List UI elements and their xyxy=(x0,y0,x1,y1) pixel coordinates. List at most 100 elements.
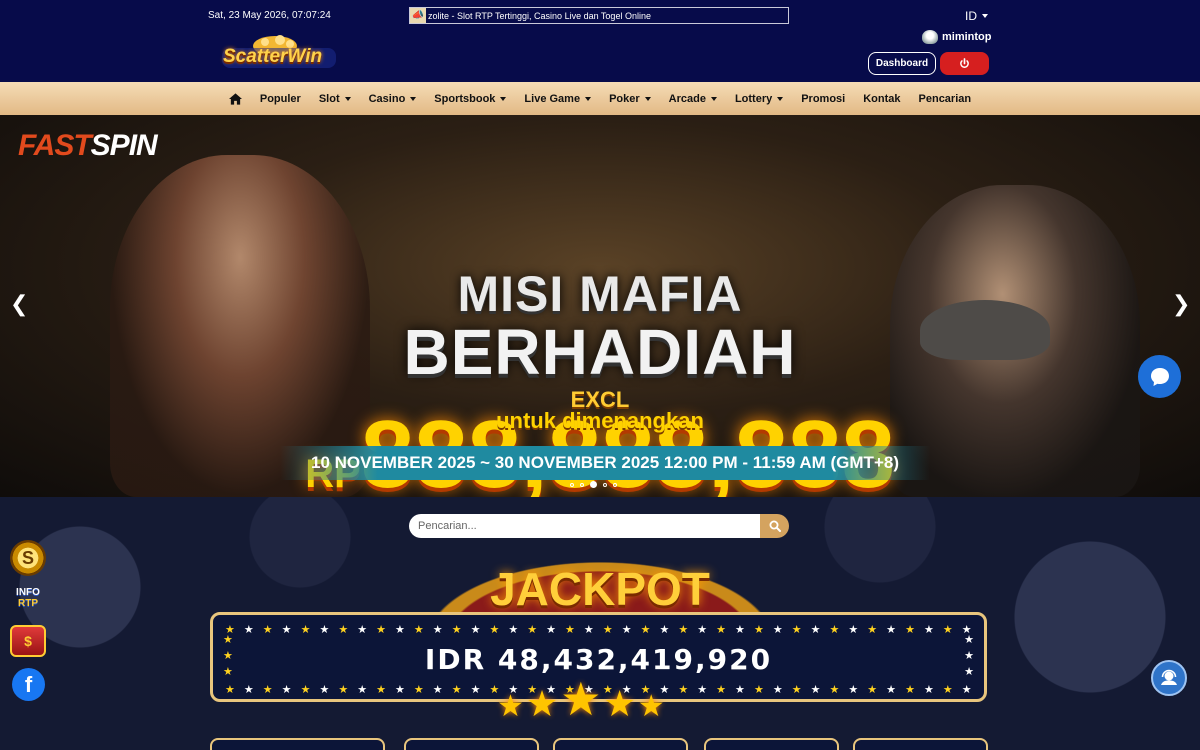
info-rtp-shortcut[interactable]: INFO RTP xyxy=(10,587,46,614)
customer-support-button[interactable] xyxy=(1151,660,1187,696)
category-card[interactable] xyxy=(404,738,539,750)
star-icon: ★ xyxy=(281,624,292,636)
carousel-dot[interactable] xyxy=(613,482,617,487)
star-icon: ★ xyxy=(867,684,878,696)
star-icon: ★ xyxy=(886,624,897,636)
nav-item-slot[interactable]: Slot xyxy=(310,93,360,105)
star-icon: ★ xyxy=(867,624,878,636)
star-icon: ★ xyxy=(697,624,708,636)
user-profile[interactable]: mimintop xyxy=(922,30,992,44)
search-icon xyxy=(769,520,781,532)
language-selector[interactable]: ID xyxy=(965,9,988,23)
facebook-icon[interactable]: f xyxy=(12,668,45,701)
category-card[interactable] xyxy=(853,738,988,750)
nav-item-promosi[interactable]: Promosi xyxy=(792,93,854,105)
jackpot-title: JACKPOT xyxy=(490,563,710,615)
category-card[interactable] xyxy=(210,738,385,750)
carousel-next-arrow[interactable]: ❯ xyxy=(1172,291,1190,317)
star-icon: ★ xyxy=(319,684,330,696)
category-card[interactable] xyxy=(553,738,688,750)
chevron-down-icon xyxy=(500,96,507,101)
promo-banner-carousel[interactable]: FASTSPIN MISI MAFIA BERHADIAH EXCL RP888… xyxy=(0,115,1200,497)
chevron-down-icon xyxy=(710,96,717,101)
star-icon: ★ xyxy=(560,673,602,725)
star-icon: ★ xyxy=(300,684,311,696)
star-icon: ★ xyxy=(678,684,689,696)
star-icon: ★ xyxy=(772,624,783,636)
live-chat-button[interactable] xyxy=(1138,355,1181,398)
chevron-down-icon xyxy=(777,96,784,101)
main-nav: Populer Slot Casino Sportsbook Live Game Poke… xyxy=(0,82,1200,115)
carousel-dot-active[interactable] xyxy=(590,481,597,488)
star-icon: ★ xyxy=(376,684,386,696)
star-icon: ★ xyxy=(451,684,462,696)
nav-item-label: Poker xyxy=(609,92,640,105)
home-icon xyxy=(228,92,242,105)
jackpot-stars-decoration: ★ ★ ★ ★ ★ xyxy=(497,676,665,722)
scatterwin-shortcut[interactable]: S xyxy=(10,540,46,576)
nav-item-label: Populer xyxy=(259,92,301,105)
nav-item-label: Sportsbook xyxy=(434,92,496,105)
app-shortcut-icon[interactable]: $ xyxy=(10,625,46,657)
nav-item-label: Kontak xyxy=(863,92,901,105)
star-icon: ★ xyxy=(413,684,424,696)
star-icon: ★ xyxy=(791,624,802,636)
star-icon: ★ xyxy=(942,684,953,696)
star-icon: ★ xyxy=(470,684,481,696)
banner-subtitle: untuk dimenangkan xyxy=(496,408,704,433)
search-button[interactable] xyxy=(760,514,789,538)
star-icon: ★ xyxy=(753,684,764,696)
nav-item-populer[interactable]: Populer xyxy=(251,93,310,105)
star-icon: ★ xyxy=(753,624,764,636)
nav-item-live-game[interactable]: Live Game xyxy=(515,93,600,105)
nav-item-casino[interactable]: Casino xyxy=(360,93,426,105)
logout-button[interactable] xyxy=(940,52,989,75)
star-icon: ★ xyxy=(829,624,840,636)
category-card[interactable] xyxy=(704,738,839,750)
star-icon: ★ xyxy=(886,684,897,696)
dashboard-button[interactable]: Dashboard xyxy=(868,52,936,75)
star-icon: ★ xyxy=(338,684,349,696)
star-icon: ★ xyxy=(243,684,254,696)
star-icon: ★ xyxy=(357,684,368,696)
nav-item-lottery[interactable]: Lottery xyxy=(726,93,792,105)
nav-item-sportsbook[interactable]: Sportsbook xyxy=(425,93,515,105)
chat-icon xyxy=(1150,367,1169,386)
carousel-dot[interactable] xyxy=(603,482,607,487)
star-icon: ★ xyxy=(338,624,349,636)
nav-home[interactable] xyxy=(220,92,251,105)
nav-item-kontak[interactable]: Kontak xyxy=(854,93,909,105)
carousel-dot[interactable] xyxy=(570,482,574,487)
star-icon: ★ xyxy=(659,624,670,636)
avatar xyxy=(922,30,938,44)
star-icon: ★ xyxy=(716,684,727,696)
chevron-down-icon xyxy=(585,96,592,101)
star-icon: ★ xyxy=(603,683,636,724)
star-icon: ★ xyxy=(395,684,405,696)
star-icon: ★ xyxy=(470,624,481,636)
star-icon: ★ xyxy=(281,684,292,696)
star-icon: ★ xyxy=(961,684,972,696)
star-icon: ★ xyxy=(300,624,311,636)
site-logo[interactable]: ScatterWin xyxy=(220,32,338,72)
logo-text: ScatterWin xyxy=(223,46,323,67)
star-icon: ★ xyxy=(451,624,462,636)
nav-item-poker[interactable]: Poker xyxy=(600,93,660,105)
nav-item-pencarian[interactable]: Pencarian xyxy=(910,93,981,105)
nav-item-arcade[interactable]: Arcade xyxy=(660,93,726,105)
nav-item-label: Arcade xyxy=(668,92,706,105)
star-border-top: ★ ★ ★ ★ ★ ★ ★ ★ ★ ★ ★ ★ ★ ★ ★ ★ ★ ★ ★ ★ ★ ★ ★ ★ ★ ★ ★ ★ ★ ★ ★ ★ ★ ★ ★ ★ ★ ★ ★ ★ xyxy=(225,625,972,636)
star-icon: ★ xyxy=(319,624,330,636)
search-input[interactable] xyxy=(409,514,760,538)
banner-date-range: 10 NOVEMBER 2025 ~ 30 NOVEMBER 2025 12:0… xyxy=(280,446,930,480)
star-icon: ★ xyxy=(810,684,821,696)
star-icon: ★ xyxy=(497,690,524,723)
carousel-prev-arrow[interactable]: ❮ xyxy=(10,291,28,317)
nav-item-label: Casino xyxy=(368,92,406,105)
star-icon: ★ xyxy=(395,624,405,636)
carousel-dot[interactable] xyxy=(580,482,584,487)
carousel-indicators xyxy=(570,481,617,488)
top-header: Sat, 23 May 2026, 07:07:24 📣 zolite - Sl… xyxy=(0,0,1200,82)
star-icon: ★ xyxy=(527,624,538,636)
announcement-marquee: 📣 zolite - Slot RTP Tertinggi, Casino Li… xyxy=(409,7,789,24)
